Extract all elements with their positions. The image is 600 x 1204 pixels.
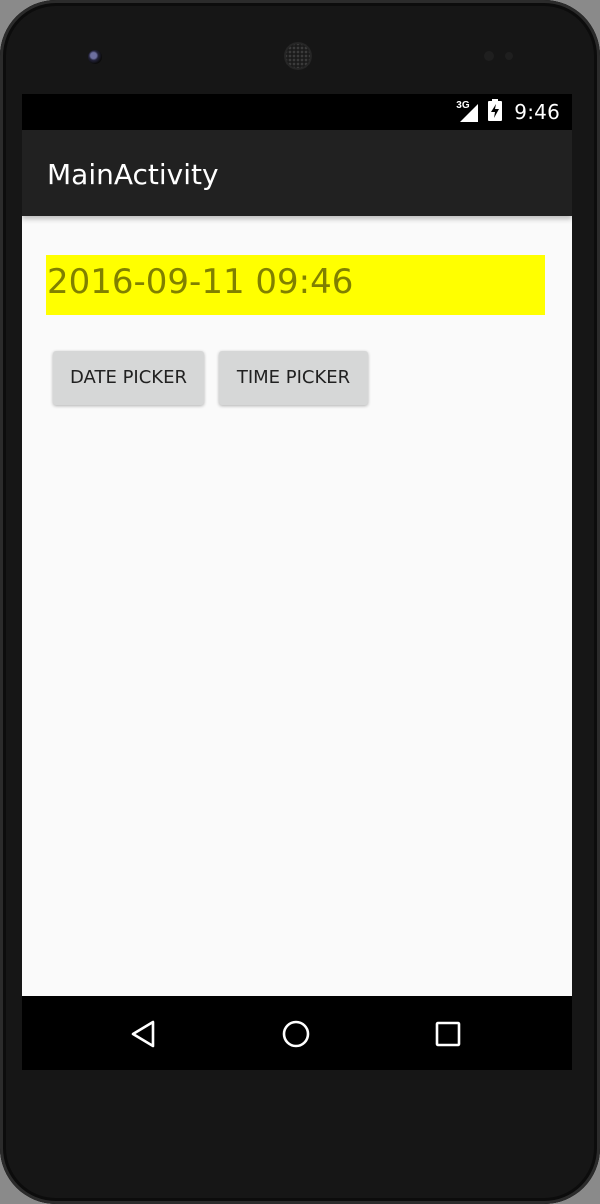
proximity-sensor (484, 51, 494, 61)
home-icon[interactable] (276, 1014, 316, 1054)
light-sensor (505, 52, 513, 60)
time-picker-button[interactable]: TIME PICKER (219, 351, 368, 405)
date-picker-button[interactable]: DATE PICKER (53, 351, 204, 405)
signal-icon: 3G (456, 100, 480, 124)
datetime-text: 2016-09-11 09:46 (47, 262, 354, 302)
main-content: 2016-09-11 09:46 DATE PICKER TIME PICKER (22, 216, 572, 996)
earpiece-speaker (284, 42, 312, 70)
battery-charging-icon (488, 98, 503, 126)
app-bar: MainActivity (22, 130, 572, 216)
front-camera (88, 50, 102, 64)
status-time: 9:46 (514, 100, 560, 124)
screen: 3G 9:46 MainActivity 2016-09-11 09:46 DA… (22, 94, 572, 1070)
status-bar: 3G 9:46 (22, 94, 572, 130)
datetime-display: 2016-09-11 09:46 (46, 255, 545, 315)
app-title: MainActivity (47, 158, 219, 191)
phone-frame: 3G 9:46 MainActivity 2016-09-11 09:46 DA… (0, 0, 600, 1204)
back-icon[interactable] (123, 1014, 163, 1054)
status-icons: 3G 9:46 (456, 94, 560, 130)
navigation-bar (22, 996, 572, 1070)
recent-apps-icon[interactable] (428, 1014, 468, 1054)
